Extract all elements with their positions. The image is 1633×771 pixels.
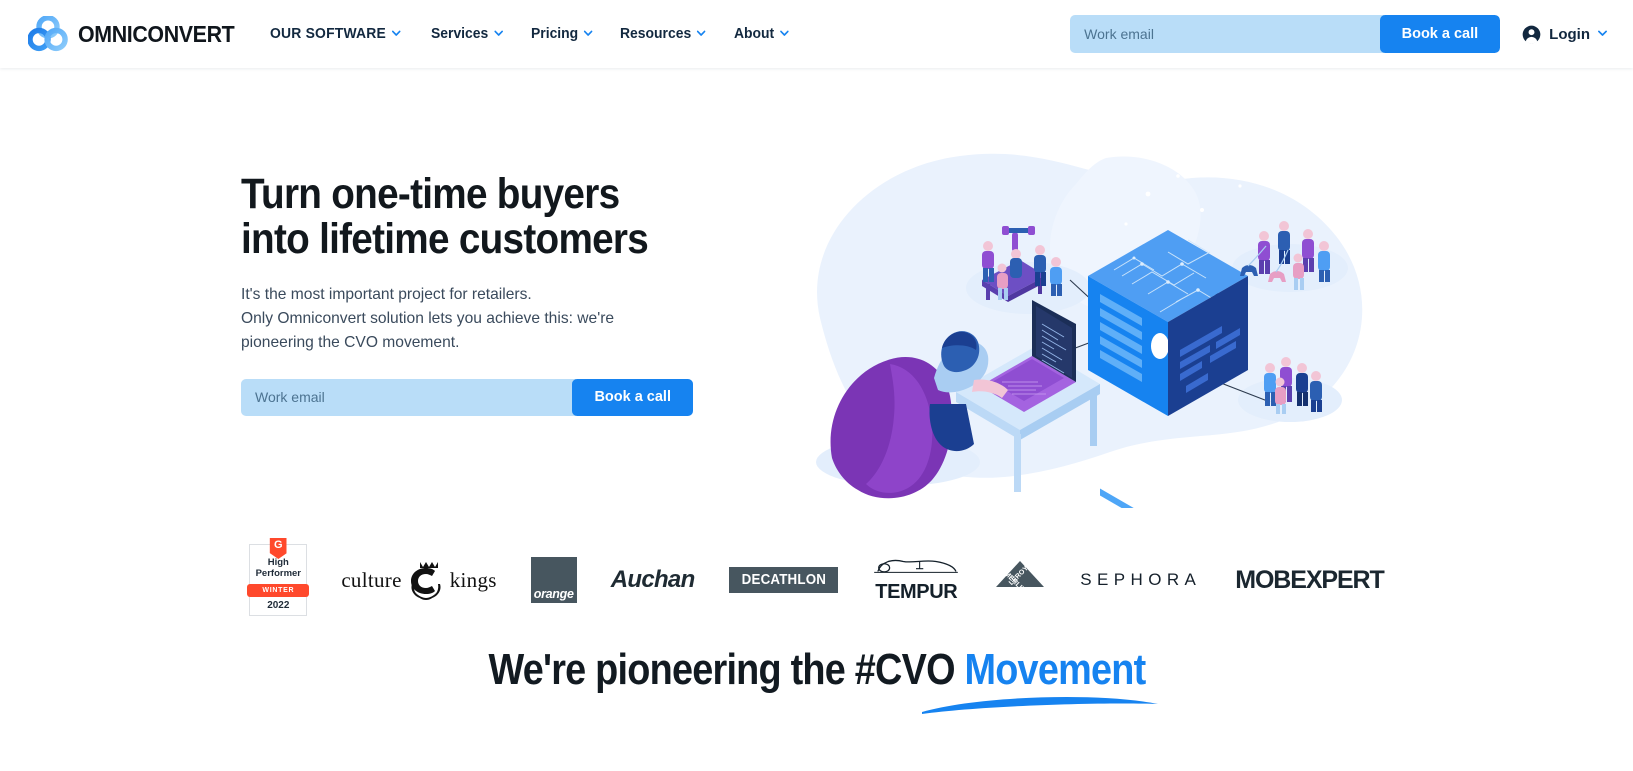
headline-accent-text: Movement xyxy=(964,645,1146,694)
chevron-down-icon xyxy=(583,30,593,39)
isometric-cvo-data-cube-illustration xyxy=(770,128,1390,508)
blue-swoosh-underline xyxy=(918,690,1163,716)
chevron-down-icon xyxy=(494,30,503,39)
chevron-down-icon xyxy=(1598,30,1607,39)
nav-item-our-software[interactable]: OUR SOFTWARE xyxy=(270,26,401,42)
hero-email-input[interactable] xyxy=(241,378,577,416)
decathlon-logo: DECATHLON xyxy=(728,567,839,593)
mobexpert-logo-text: MOBEXPERT xyxy=(1235,565,1385,594)
hero-title: Turn one-time buyers into lifetime custo… xyxy=(241,170,649,263)
culture-kings-left-text: culture xyxy=(341,567,402,592)
nav-item-resources[interactable]: Resources xyxy=(620,26,706,42)
landing-page: OMNICONVERT OUR SOFTWARE Services Pricin… xyxy=(0,0,1633,771)
brand-name: OMNICONVERT xyxy=(78,20,235,47)
culture-kings-logo: culture kings xyxy=(341,557,496,603)
site-header: OMNICONVERT OUR SOFTWARE Services Pricin… xyxy=(0,0,1633,68)
nav-item-about[interactable]: About xyxy=(734,26,789,42)
sephora-logo-text: SEPHORA xyxy=(1080,570,1202,589)
mobexpert-logo: MOBEXPERT xyxy=(1235,565,1385,595)
culture-kings-right-text: kings xyxy=(449,567,497,592)
header-actions: Book a call Login xyxy=(1070,15,1607,53)
g2-high-performer-badge: G High Performer WINTER 2022 xyxy=(247,538,310,616)
omniconvert-rings-logo xyxy=(27,15,68,52)
leroy-merlin-logo: LEROY MERLIN xyxy=(994,557,1046,603)
tempur-logo-text: TEMPUR xyxy=(875,581,958,603)
headline-plain-text: We're pioneering the #CVO xyxy=(488,645,965,694)
tempur-logo: TEMPUR xyxy=(872,556,960,604)
sephora-logo: SEPHORA xyxy=(1080,570,1201,590)
header-book-a-call-button[interactable]: Book a call xyxy=(1379,15,1501,53)
header-email-input[interactable] xyxy=(1070,15,1384,53)
g2-line2: Performer xyxy=(255,567,302,579)
nav-label: OUR SOFTWARE xyxy=(270,26,387,42)
chevron-down-icon xyxy=(391,30,401,39)
cvo-movement-headline: We're pioneering the #CVO Movement xyxy=(0,645,1633,695)
nav-label: Resources xyxy=(619,26,691,42)
tempur-sleeper-icon xyxy=(872,556,960,581)
orange-logo-text: orange xyxy=(533,587,574,601)
culture-kings-crest-icon xyxy=(403,557,449,603)
auchan-logo-text: Auchan xyxy=(610,566,696,593)
g2-icon: G xyxy=(269,538,287,559)
hero-subtitle: It's the most important project for reta… xyxy=(241,286,615,351)
hero-section: Turn one-time buyers into lifetime custo… xyxy=(0,68,1633,528)
chevron-down-icon xyxy=(779,30,789,39)
login-label: Login xyxy=(1549,25,1590,43)
nav-label: Services xyxy=(430,26,489,42)
g2-ribbon: WINTER xyxy=(247,583,310,597)
nav-item-pricing[interactable]: Pricing xyxy=(531,26,593,42)
nav-label: Pricing xyxy=(530,26,578,42)
client-logo-strip: G High Performer WINTER 2022 culture kin… xyxy=(0,538,1633,620)
account-circle-icon xyxy=(1522,25,1541,44)
brand-logo[interactable]: OMNICONVERT xyxy=(27,15,246,52)
auchan-logo: Auchan xyxy=(610,566,696,594)
orange-logo: orange xyxy=(530,557,577,603)
hero-email-form: Book a call xyxy=(241,378,693,416)
chevron-down-icon xyxy=(696,30,706,39)
nav-label: About xyxy=(733,26,775,42)
g2-year: 2022 xyxy=(267,599,290,611)
hero-copy: Turn one-time buyers into lifetime custo… xyxy=(241,172,721,416)
header-email-form: Book a call xyxy=(1070,15,1501,53)
main-nav: OUR SOFTWARE Services Pricing Resources xyxy=(270,26,791,42)
hero-book-a-call-button[interactable]: Book a call xyxy=(572,378,693,416)
nav-item-services[interactable]: Services xyxy=(431,26,503,42)
login-menu[interactable]: Login xyxy=(1522,25,1607,44)
decathlon-logo-text: DECATHLON xyxy=(741,572,826,588)
